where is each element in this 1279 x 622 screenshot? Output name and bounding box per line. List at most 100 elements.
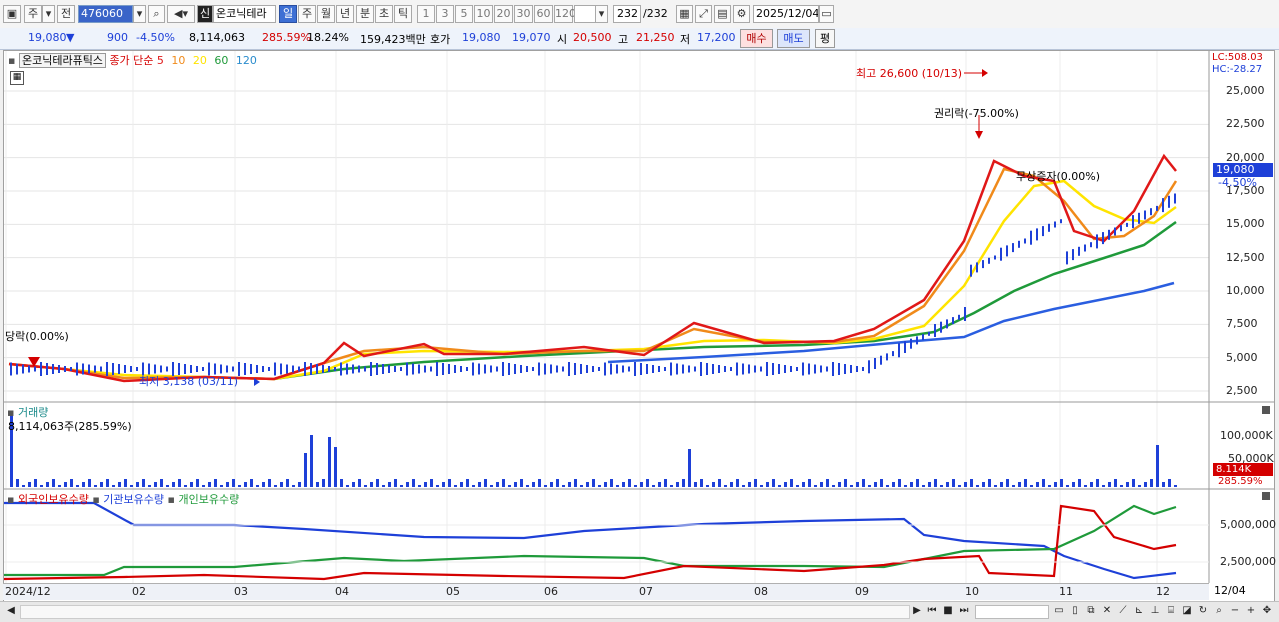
volume-bar — [436, 485, 439, 487]
volume-bar — [520, 479, 523, 487]
market-select[interactable]: 주 — [24, 5, 42, 23]
trend-line-icon[interactable]: ⟋ — [1116, 604, 1130, 618]
go-last-icon[interactable]: ⏭ — [957, 604, 971, 618]
x-axis: 2024/12 02 03 04 05 06 07 08 09 10 11 12 — [3, 583, 1209, 600]
interval-20-button[interactable]: 20 — [494, 5, 513, 23]
split-view-icon[interactable]: ▯ — [1068, 604, 1082, 618]
buy-button[interactable]: 매수 — [740, 29, 773, 48]
volume-bar — [1042, 479, 1045, 487]
volume-bar — [1012, 485, 1015, 487]
period-second-button[interactable]: 초 — [375, 5, 393, 23]
volume-bar — [724, 485, 727, 487]
period-day-button[interactable]: 일 — [279, 5, 297, 23]
period-tick-button[interactable]: 틱 — [394, 5, 412, 23]
chart-scrollbar[interactable]: ◀ ▶ ⏮ ■ ⏭ ▭ ▯ ⧉ ✕ ⟋ ⊾ ⊥ ⌸ ◪ ↻ ⌕ − + ✥ — [0, 601, 1279, 622]
drawing-tool-icon[interactable]: ⤢ — [695, 5, 712, 23]
volume-bar — [526, 485, 529, 487]
chart-type-icon[interactable]: ▭ — [1052, 604, 1066, 618]
turnover-rate: 18.24% — [307, 31, 349, 44]
x-label-04: 04 — [335, 585, 349, 598]
candle — [58, 365, 60, 373]
volume-bar — [100, 482, 103, 487]
ruler-icon[interactable]: ⌸ — [1164, 604, 1178, 618]
candle — [190, 365, 192, 373]
scroll-left-icon[interactable]: ◀ — [4, 604, 18, 618]
sound-icon[interactable]: ◀▾ — [167, 5, 195, 23]
move-icon[interactable]: ✥ — [1260, 604, 1274, 618]
candle — [100, 366, 102, 372]
settings-gear-icon[interactable]: ⚙ — [733, 5, 750, 23]
volume-bar — [580, 485, 583, 487]
fibonacci-icon[interactable]: ⊾ — [1132, 604, 1146, 618]
candle — [898, 343, 900, 358]
individual-holding-label: 개인보유수량 — [178, 493, 240, 506]
candle — [910, 338, 912, 349]
stop-icon[interactable]: ■ — [941, 604, 955, 618]
chart-canvas[interactable] — [4, 51, 1274, 601]
period-year-button[interactable]: 년 — [336, 5, 354, 23]
volume-rate-tag: 285.59% — [1218, 476, 1263, 487]
grid-icon[interactable]: ▦ — [676, 5, 693, 23]
volume-summary: 8,114,063주(285.59%) — [8, 420, 132, 433]
candle — [466, 367, 468, 371]
overlay-icon[interactable]: ⧉ — [1084, 604, 1098, 618]
volume-bar — [442, 482, 445, 487]
zoom-in-icon[interactable]: + — [1244, 604, 1258, 618]
interval-10-button[interactable]: 10 — [474, 5, 493, 23]
volume-bar — [514, 482, 517, 487]
interval-dropdown-icon[interactable]: ▾ — [595, 5, 608, 23]
candle — [988, 257, 990, 264]
count-input[interactable]: 232 — [613, 5, 641, 23]
zoom-slider[interactable] — [975, 605, 1049, 619]
stock-code-input[interactable]: 476060 — [78, 5, 133, 23]
holdings-panel-close-icon[interactable] — [1262, 492, 1270, 500]
period-minute-button[interactable]: 분 — [356, 5, 374, 23]
indicator-list-icon[interactable]: ▤ — [714, 5, 731, 23]
window-menu-icon[interactable]: ▣ — [3, 5, 21, 23]
period-month-button[interactable]: 월 — [317, 5, 335, 23]
interval-120-button[interactable]: 120 — [554, 5, 576, 23]
volume-bar — [424, 482, 427, 487]
candle — [76, 362, 78, 376]
calculator-icon[interactable]: ▦ — [10, 71, 24, 85]
volume-panel-close-icon[interactable] — [1262, 406, 1270, 414]
calendar-icon[interactable]: ▭ — [819, 5, 834, 23]
scroll-right-icon[interactable]: ▶ — [910, 604, 924, 618]
date-input[interactable]: 2025/12/04 — [753, 5, 819, 23]
zoom-out-icon[interactable]: − — [1228, 604, 1242, 618]
period-week-button[interactable]: 주 — [298, 5, 316, 23]
refresh-icon[interactable]: ↻ — [1196, 604, 1210, 618]
volume-bar — [796, 485, 799, 487]
candle — [676, 363, 678, 375]
volume-bar — [532, 482, 535, 487]
interval-3-button[interactable]: 3 — [436, 5, 454, 23]
volume-bar — [1096, 479, 1099, 487]
holding-tick-2-5m: 2,500,000 — [1220, 555, 1276, 568]
cross-icon[interactable]: ✕ — [1100, 604, 1114, 618]
volume-rate: 285.59% — [262, 31, 311, 44]
chart-area[interactable]: ▪ 온코닉테라퓨틱스 종가 단순 5 10 20 60 120 ▦ LC:508… — [3, 50, 1276, 602]
volume-bar — [904, 485, 907, 487]
interval-1-button[interactable]: 1 — [417, 5, 435, 23]
stock-title[interactable]: 온코닉테라퓨틱스 — [18, 53, 106, 68]
text-tool-icon[interactable]: ⊥ — [1148, 604, 1162, 618]
sell-button[interactable]: 매도 — [777, 29, 810, 48]
candle — [508, 363, 510, 375]
scroll-track[interactable] — [20, 605, 910, 619]
candle — [562, 366, 564, 372]
volume-bar — [1084, 485, 1087, 487]
candle — [112, 363, 114, 375]
evaluation-button[interactable]: 평 — [815, 29, 835, 48]
interval-5-button[interactable]: 5 — [455, 5, 473, 23]
volume-bar — [820, 482, 823, 487]
search-icon[interactable]: ⌕ — [148, 5, 165, 23]
interval-60-button[interactable]: 60 — [534, 5, 553, 23]
zoom-search-icon[interactable]: ⌕ — [1212, 604, 1226, 618]
code-dropdown-icon[interactable]: ▾ — [133, 5, 146, 23]
prev-button[interactable]: 전 — [57, 5, 75, 23]
interval-30-button[interactable]: 30 — [514, 5, 533, 23]
market-dropdown-icon[interactable]: ▾ — [42, 5, 55, 23]
candle — [922, 334, 924, 341]
eraser-icon[interactable]: ◪ — [1180, 604, 1194, 618]
go-first-icon[interactable]: ⏮ — [925, 604, 939, 618]
